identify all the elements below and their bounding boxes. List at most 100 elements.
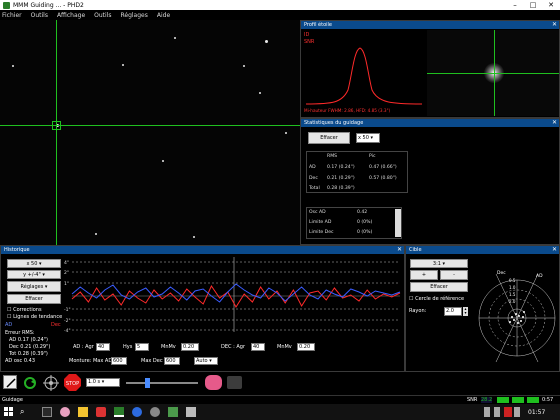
hys-input[interactable]: 5 <box>135 343 149 351</box>
app-icon[interactable] <box>186 407 196 417</box>
corrections-checkbox[interactable]: ☐ Corrections <box>7 307 42 313</box>
y-tick-label: 4" <box>64 260 69 266</box>
target-title: Cible <box>409 247 422 253</box>
menu-view[interactable]: Affichage <box>57 12 85 19</box>
maximize-button[interactable]: □ <box>524 0 542 10</box>
reference-circle-checkbox[interactable]: ☐ Cercle de référence <box>409 296 464 302</box>
target-zoom-in-button[interactable]: + <box>410 270 438 280</box>
dec-minmv-input[interactable]: 0.20 <box>297 343 315 351</box>
minmv-input[interactable]: 0.20 <box>181 343 199 351</box>
app-icon[interactable] <box>150 407 160 417</box>
scrollbar[interactable] <box>395 209 401 237</box>
close-icon[interactable]: ✕ <box>552 21 557 29</box>
ring-label: 0.5 <box>509 278 516 283</box>
target-bullseye <box>478 273 556 363</box>
tray-icon[interactable] <box>514 407 520 417</box>
snr-label: SNR <box>467 397 478 403</box>
snr-value: 28.2 <box>481 397 493 403</box>
usb-connect-button[interactable] <box>3 375 17 389</box>
history-scale-select[interactable]: y +/-4" ▾ <box>7 270 61 279</box>
history-zoom-select[interactable]: x 50 ▾ <box>7 259 61 268</box>
history-title: Historique <box>4 247 30 253</box>
minmv-label: MnMv <box>161 344 176 350</box>
y-tick-label: -4" <box>64 328 71 334</box>
camera-view[interactable] <box>0 20 300 245</box>
guide-target-icon[interactable] <box>43 375 59 391</box>
browser-icon[interactable] <box>60 407 70 417</box>
camera-icon[interactable] <box>227 376 242 389</box>
gamma-slider-thumb[interactable] <box>145 378 150 388</box>
ra-agr-input[interactable]: 40 <box>96 343 110 351</box>
stop-icon[interactable]: STOP <box>64 374 81 391</box>
history-graph: 4" 2" 1" -1" -2" -4" <box>64 257 401 334</box>
status-indicator <box>497 397 509 403</box>
app-icon[interactable] <box>132 407 142 417</box>
row-rms: 0.21 (0.29") <box>327 176 355 181</box>
col-rms: RMS <box>327 154 338 159</box>
menu-tools2[interactable]: Outils <box>94 12 111 19</box>
app-icon <box>3 1 10 9</box>
close-window-button[interactable]: ✕ <box>542 0 560 10</box>
small-row-value: 0 (0%) <box>357 220 373 225</box>
row-label: AD <box>309 165 316 170</box>
max-ra-input[interactable]: 600 <box>111 357 127 365</box>
app-icon[interactable] <box>168 407 178 417</box>
minimize-button[interactable]: – <box>506 0 524 10</box>
clock[interactable]: 01:57 <box>528 409 545 416</box>
legend-ra: AD <box>5 322 13 328</box>
app-icon[interactable] <box>96 407 106 417</box>
close-icon[interactable]: ✕ <box>397 246 402 254</box>
max-dec-label: Max Dec <box>141 358 163 364</box>
stat-line: AD osc 0.43 <box>5 358 35 364</box>
stats-clear-button[interactable]: Effacer <box>308 132 350 144</box>
menu-file[interactable]: Fichier <box>2 12 22 19</box>
row-label: Total <box>309 186 320 191</box>
stat-line: Erreur RMS: <box>5 330 35 336</box>
row-label: Dec <box>309 176 318 181</box>
small-row-value: 0 (0%) <box>357 230 373 235</box>
stat-line: AD 0.17 (0.24") <box>9 337 48 343</box>
close-icon[interactable]: ✕ <box>552 246 557 254</box>
folder-icon[interactable] <box>78 407 88 417</box>
tray-icon[interactable] <box>494 407 500 417</box>
history-settings-button[interactable]: Réglages ▾ <box>7 281 61 292</box>
tray-icon[interactable] <box>484 407 490 417</box>
dec-mode-select[interactable]: Auto ▾ <box>194 357 218 365</box>
history-clear-button[interactable]: Effacer <box>7 294 61 304</box>
small-row-label: Limite AD <box>309 220 332 225</box>
profile-graph: ID SNR Mi-hauteur FWHM: 2.86, HFD: 4.85 … <box>302 30 425 116</box>
menu-settings[interactable]: Réglages <box>120 12 147 19</box>
axis-label-dec: Dec <box>497 271 506 276</box>
trendlines-checkbox[interactable]: ☐ Lignes de tendance <box>7 314 62 320</box>
y-tick-label: -1" <box>64 307 71 313</box>
dec-agr-label: DEC : Agr <box>221 344 246 350</box>
gamma-slider[interactable] <box>126 382 198 384</box>
close-icon[interactable]: ✕ <box>552 119 557 127</box>
start-icon[interactable] <box>4 407 14 417</box>
small-row-label: Osc AD <box>309 210 326 215</box>
radius-label: Rayon: <box>409 308 427 314</box>
profile-curve <box>305 47 423 105</box>
target-zoom-select[interactable]: 3:1 ▾ <box>410 259 468 268</box>
dec-minmv-label: MnMv <box>277 344 292 350</box>
small-row-value: 0.42 <box>357 210 368 215</box>
stats-window-select[interactable]: x 50 ▾ <box>356 133 380 143</box>
phd2-icon[interactable] <box>114 407 124 417</box>
dec-agr-input[interactable]: 40 <box>251 343 265 351</box>
radius-spinner[interactable]: ▴ ▾ <box>463 307 468 316</box>
menu-help[interactable]: Aide <box>157 12 170 19</box>
radius-input[interactable]: 2.0 <box>444 307 462 316</box>
menu-tools[interactable]: Outils <box>31 12 48 19</box>
target-clear-button[interactable]: Effacer <box>410 282 468 292</box>
status-left: Guidage <box>2 397 23 403</box>
target-zoom-out-button[interactable]: - <box>440 270 468 280</box>
max-dec-input[interactable]: 600 <box>164 357 180 365</box>
loop-icon[interactable] <box>22 375 38 391</box>
search-icon[interactable]: ⌕ <box>20 407 30 417</box>
row-rms: 0.28 (0.39") <box>327 186 355 191</box>
history-panel: Historique ✕ x 50 ▾ y +/-4" ▾ Réglages ▾ … <box>0 245 405 372</box>
tray-icon[interactable] <box>504 407 512 417</box>
exposure-select[interactable]: 1.0 s ▾ <box>86 378 120 387</box>
task-view-icon[interactable] <box>42 407 52 417</box>
brain-icon[interactable] <box>205 375 222 390</box>
